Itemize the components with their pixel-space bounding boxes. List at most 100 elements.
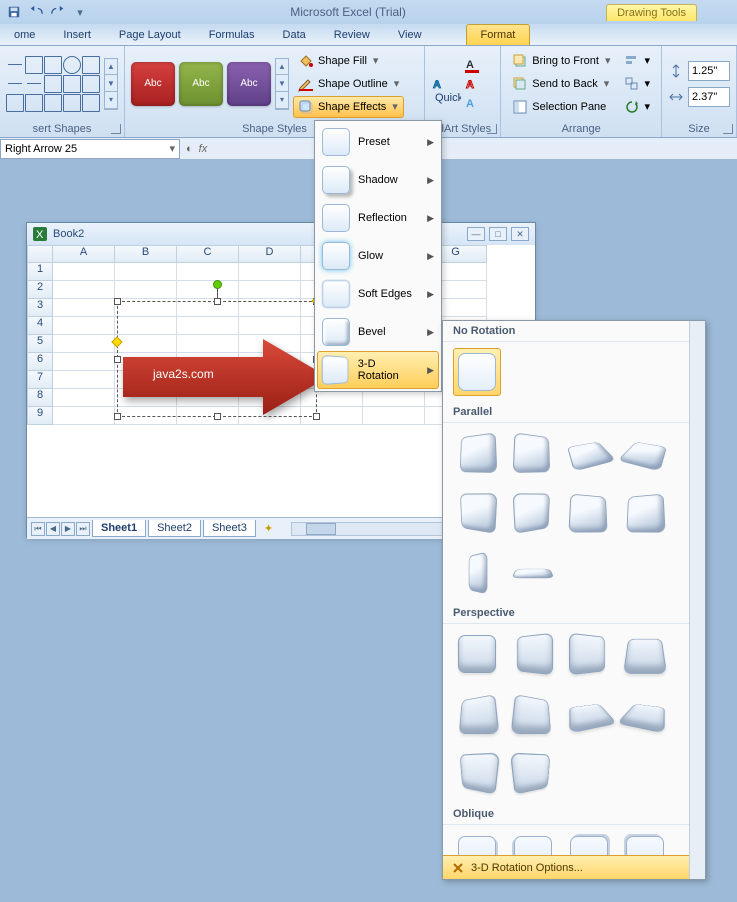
group-label: sert Shapes (33, 123, 92, 135)
rotation-preset[interactable] (453, 750, 501, 798)
svg-text:A: A (466, 98, 474, 110)
maximize-button[interactable]: □ (489, 227, 507, 241)
style-preview[interactable]: Abc (179, 62, 223, 106)
rotation-preset-none[interactable] (453, 348, 501, 396)
minimize-button[interactable]: — (467, 227, 485, 241)
dialog-launcher-icon[interactable] (487, 124, 497, 134)
close-button[interactable]: ✕ (511, 227, 529, 241)
rotation-preset[interactable] (509, 630, 557, 678)
resize-handle[interactable] (313, 413, 320, 420)
rotation-preset[interactable] (565, 429, 613, 477)
gallery-header: Parallel (443, 402, 689, 423)
shape-effects-button[interactable]: Shape Effects▾ (293, 96, 404, 118)
column-headers[interactable]: ABCDEFG (27, 245, 535, 263)
sheet-nav[interactable]: ⏮◀▶⏭ (31, 522, 90, 536)
style-preview[interactable]: Abc (227, 62, 271, 106)
rotation-preset[interactable] (453, 429, 501, 477)
rotation-preset[interactable] (509, 750, 557, 798)
redo-button[interactable] (48, 2, 68, 22)
tab-page-layout[interactable]: Page Layout (105, 25, 195, 45)
rotation-preset[interactable] (453, 549, 501, 597)
selection-box[interactable] (117, 301, 317, 417)
group-label: Size (688, 123, 709, 135)
resize-handle[interactable] (114, 356, 121, 363)
rotation-options-button[interactable]: 3-D Rotation Options... (443, 855, 689, 879)
rotation-preset[interactable] (453, 630, 501, 678)
name-box[interactable]: Right Arrow 25▾ (0, 139, 180, 159)
align-button[interactable]: ▾ (619, 50, 655, 72)
dialog-launcher-icon[interactable] (111, 124, 121, 134)
new-sheet-button[interactable]: ✦ (258, 522, 279, 535)
tab-review[interactable]: Review (320, 25, 384, 45)
dialog-launcher-icon[interactable] (723, 124, 733, 134)
menu-reflection[interactable]: Reflection▶ (317, 199, 439, 237)
rotation-preset[interactable] (621, 630, 669, 678)
rotate-button[interactable]: ▾ (619, 96, 655, 118)
shape-width-input[interactable] (688, 87, 730, 107)
tab-data[interactable]: Data (269, 25, 320, 45)
shape-height-input[interactable] (688, 61, 730, 81)
rotation-preset[interactable] (565, 489, 613, 537)
rotation-preset[interactable] (621, 489, 669, 537)
rotation-preset[interactable] (621, 690, 669, 738)
shapes-scroll[interactable]: ▲▼▾ (104, 58, 118, 110)
rotation-preset[interactable] (565, 630, 613, 678)
group-label: Shape Styles (242, 123, 307, 135)
tab-formulas[interactable]: Formulas (195, 25, 269, 45)
text-effects-button[interactable]: A (463, 94, 483, 112)
shape-outline-button[interactable]: Shape Outline▾ (293, 73, 404, 95)
rotation-preset[interactable] (565, 690, 613, 738)
menu-glow[interactable]: Glow▶ (317, 237, 439, 275)
quick-access-toolbar: ▾ (0, 2, 90, 22)
resize-handle[interactable] (214, 298, 221, 305)
excel-icon: X (33, 227, 47, 241)
gallery-header: Perspective (443, 603, 689, 624)
wordart-quick-styles[interactable]: AQuick (431, 64, 461, 104)
sheet-tab[interactable]: Sheet2 (148, 520, 201, 537)
rotation-preset[interactable] (453, 690, 501, 738)
qat-customize-button[interactable]: ▾ (70, 2, 90, 22)
rotation-preset[interactable] (509, 549, 557, 597)
tab-view[interactable]: View (384, 25, 436, 45)
text-fill-button[interactable]: A (463, 56, 483, 74)
sheet-tab[interactable]: Sheet1 (92, 520, 146, 537)
rotation-preset[interactable] (509, 489, 557, 537)
save-button[interactable] (4, 2, 24, 22)
menu-shadow[interactable]: Shadow▶ (317, 161, 439, 199)
rotation-preset[interactable] (453, 489, 501, 537)
rotation-preset[interactable] (621, 429, 669, 477)
text-outline-button[interactable]: A (463, 75, 483, 93)
selection-pane-button[interactable]: Selection Pane (507, 96, 615, 118)
chevron-down-icon[interactable]: ▾ (169, 142, 175, 155)
workbook-titlebar[interactable]: X Book2 — □ ✕ (27, 223, 535, 245)
undo-button[interactable] (26, 2, 46, 22)
rotation-preset[interactable] (509, 690, 557, 738)
menu-3d-rotation[interactable]: 3-D Rotation▶ (317, 351, 439, 389)
send-to-back-button[interactable]: Send to Back▾ (507, 73, 615, 95)
gallery-header: Oblique (443, 804, 689, 825)
shape-fill-button[interactable]: Shape Fill▾ (293, 50, 404, 72)
menu-soft-edges[interactable]: Soft Edges▶ (317, 275, 439, 313)
menu-preset[interactable]: Preset▶ (317, 123, 439, 161)
rotation-preset[interactable] (509, 429, 557, 477)
group-arrange: Bring to Front▾ Send to Back▾ Selection … (501, 46, 662, 137)
tab-insert[interactable]: Insert (49, 25, 105, 45)
group-button[interactable]: ▾ (619, 73, 655, 95)
fx-icon[interactable]: fx (199, 143, 208, 155)
bring-to-front-button[interactable]: Bring to Front▾ (507, 50, 615, 72)
sheet-tab[interactable]: Sheet3 (203, 520, 256, 537)
gallery-scrollbar[interactable] (689, 321, 705, 879)
preset-icon (322, 128, 350, 156)
shapes-gallery[interactable] (6, 56, 100, 112)
tab-home[interactable]: ome (0, 25, 49, 45)
fx-split-icon[interactable]: ◐ (186, 143, 193, 155)
styles-scroll[interactable]: ▲▼▾ (275, 58, 289, 110)
resize-handle[interactable] (214, 413, 221, 420)
resize-handle[interactable] (114, 413, 121, 420)
resize-handle[interactable] (114, 298, 121, 305)
tab-format[interactable]: Format (466, 24, 531, 45)
style-preview[interactable]: Abc (131, 62, 175, 106)
svg-text:A: A (466, 59, 474, 71)
menu-bevel[interactable]: Bevel▶ (317, 313, 439, 351)
width-icon (668, 89, 684, 105)
